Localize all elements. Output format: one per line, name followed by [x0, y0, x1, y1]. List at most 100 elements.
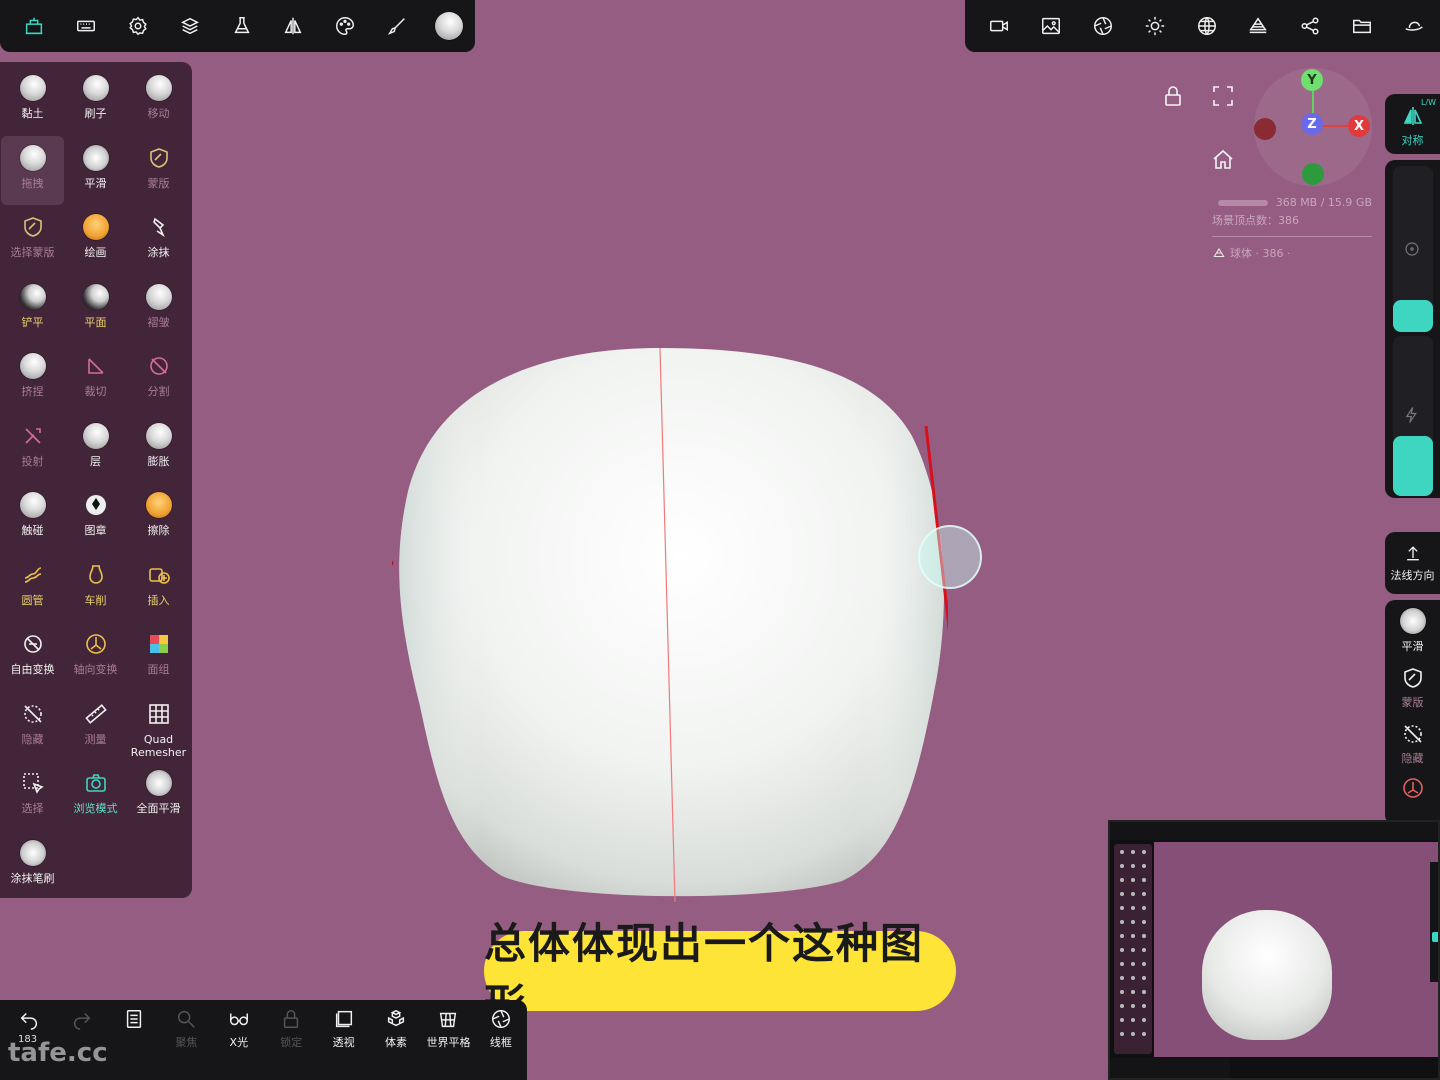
brush-icon[interactable]: [371, 0, 423, 52]
tool-button[interactable]: 自由变换: [1, 622, 64, 692]
quick-mask-button[interactable]: 蒙版: [1401, 666, 1425, 710]
object-info[interactable]: 球体 · 386 ·: [1212, 245, 1372, 261]
lock-button[interactable]: 锁定: [265, 1008, 317, 1050]
tool-button[interactable]: 全面平滑: [127, 761, 190, 831]
home-icon[interactable]: [1211, 148, 1235, 176]
tool-button[interactable]: 平面: [64, 275, 127, 345]
tool-label: 层: [90, 454, 101, 468]
cut-icon: [82, 352, 110, 380]
tool-button[interactable]: 裁切: [64, 344, 127, 414]
quick-smooth-button[interactable]: 平滑: [1399, 608, 1426, 654]
tool-button[interactable]: 涂抹: [127, 205, 190, 275]
subtitle-caption: 总体体现出一个这种图形: [484, 919, 956, 1029]
tool-button[interactable]: 选择: [1, 761, 64, 831]
pip-tool-dot: [1142, 1032, 1146, 1036]
pip-tool-dot: [1120, 906, 1124, 910]
share-icon[interactable]: [1284, 0, 1336, 52]
tool-button[interactable]: 浏览模式: [64, 761, 127, 831]
light-icon[interactable]: [1129, 0, 1181, 52]
flask-icon[interactable]: [216, 0, 268, 52]
tool-button[interactable]: 车削: [64, 553, 127, 623]
intensity-thumb[interactable]: [1392, 436, 1433, 496]
undo-button[interactable]: [3, 1008, 55, 1034]
tool-button[interactable]: 面组: [127, 622, 190, 692]
tool-button[interactable]: 褶皱: [127, 275, 190, 345]
layers-icon[interactable]: [164, 0, 216, 52]
radius-thumb[interactable]: [1392, 300, 1433, 332]
tool-button[interactable]: 圆管: [1, 553, 64, 623]
aperture-icon[interactable]: [1077, 0, 1129, 52]
tool-label: 刷子: [84, 107, 107, 120]
tool-button[interactable]: 涂抹笔刷: [1, 831, 64, 901]
pip-tool-dot: [1131, 962, 1135, 966]
axis-y[interactable]: Y: [1301, 69, 1323, 91]
material-sphere-icon[interactable]: [423, 0, 475, 52]
app-icon[interactable]: [8, 0, 60, 52]
bottom-bar-label: 聚焦: [175, 1036, 198, 1049]
wireframe-button[interactable]: 线框: [475, 1008, 527, 1050]
fullscreen-icon[interactable]: [1211, 84, 1235, 112]
axis-gizmo[interactable]: Y Z X: [1254, 68, 1372, 186]
tool-button[interactable]: 刷子: [64, 66, 127, 136]
sculpt-model[interactable]: [392, 346, 948, 902]
tool-button[interactable]: Quad Remesher: [127, 692, 190, 762]
tool-button[interactable]: 蒙版: [127, 136, 190, 206]
pip-tool-dot: [1131, 990, 1135, 994]
tool-button[interactable]: 擦除: [127, 483, 190, 553]
tool-button[interactable]: 铲平: [1, 275, 64, 345]
tool-button[interactable]: 图章: [64, 483, 127, 553]
keyboard-icon[interactable]: [60, 0, 112, 52]
quick-gizmo-button[interactable]: [1401, 776, 1425, 804]
camera-icon[interactable]: [973, 0, 1025, 52]
symmetry-icon[interactable]: [267, 0, 319, 52]
tool-button[interactable]: 轴向变换: [64, 622, 127, 692]
watermark: tafe.cc: [8, 1038, 108, 1068]
lock-icon[interactable]: [1161, 84, 1185, 112]
image-icon[interactable]: [1025, 0, 1077, 52]
tool-button[interactable]: 投射: [1, 414, 64, 484]
tool-button[interactable]: 层: [64, 414, 127, 484]
tool-button[interactable]: 绘画: [64, 205, 127, 275]
voxel-button[interactable]: 体素: [370, 1008, 422, 1050]
world-grid-button[interactable]: 世界平格: [422, 1008, 474, 1050]
intensity-slider[interactable]: [1392, 336, 1433, 496]
symmetry-panel[interactable]: L/W 对称: [1385, 94, 1440, 154]
layers-list-button[interactable]: [108, 1008, 160, 1034]
tool-button[interactable]: 拖拽: [1, 135, 64, 205]
normal-direction-button[interactable]: 法线方向: [1385, 532, 1440, 594]
axis-neg-y[interactable]: [1302, 163, 1324, 185]
tool-button[interactable]: 插入: [127, 553, 190, 623]
tool-button[interactable]: 分割: [127, 344, 190, 414]
pip-preview[interactable]: [1108, 820, 1440, 1080]
tool-button[interactable]: 膨胀: [127, 414, 190, 484]
settings-icon[interactable]: [112, 0, 164, 52]
axis-x[interactable]: X: [1348, 115, 1370, 137]
lathe-icon: [82, 561, 110, 589]
palette-icon[interactable]: [319, 0, 371, 52]
tool-button[interactable]: 挤捏: [1, 344, 64, 414]
pip-tool-dot: [1131, 850, 1135, 854]
tool-button[interactable]: 黏土: [1, 66, 64, 136]
axis-z[interactable]: Z: [1301, 113, 1323, 135]
perspective-button[interactable]: 透视: [317, 1008, 369, 1050]
folder-icon[interactable]: [1336, 0, 1388, 52]
top-toolbar-left: [0, 0, 475, 52]
tool-button[interactable]: 移动: [127, 66, 190, 136]
xray-glasses-button[interactable]: X光: [213, 1008, 265, 1050]
tool-button[interactable]: 隐藏: [1, 692, 64, 762]
tool-button[interactable]: 选择蒙版: [1, 205, 64, 275]
search-button[interactable]: 聚焦: [160, 1008, 212, 1050]
axis-neg-x[interactable]: [1254, 118, 1276, 140]
tool-button[interactable]: 平滑: [64, 136, 127, 206]
flatten-sphere-icon: [82, 283, 110, 311]
redo-button[interactable]: [55, 1008, 107, 1034]
hat-icon[interactable]: [1388, 0, 1440, 52]
globe-icon[interactable]: [1181, 0, 1233, 52]
paint-sphere-icon: [82, 213, 110, 241]
tool-button[interactable]: 触碰: [1, 483, 64, 553]
quick-hide-button[interactable]: 隐藏: [1401, 722, 1425, 766]
tool-button[interactable]: 测量: [64, 692, 127, 762]
scene-icon[interactable]: [1232, 0, 1284, 52]
radius-slider[interactable]: [1392, 166, 1433, 332]
tool-label: 隐藏: [21, 732, 44, 746]
